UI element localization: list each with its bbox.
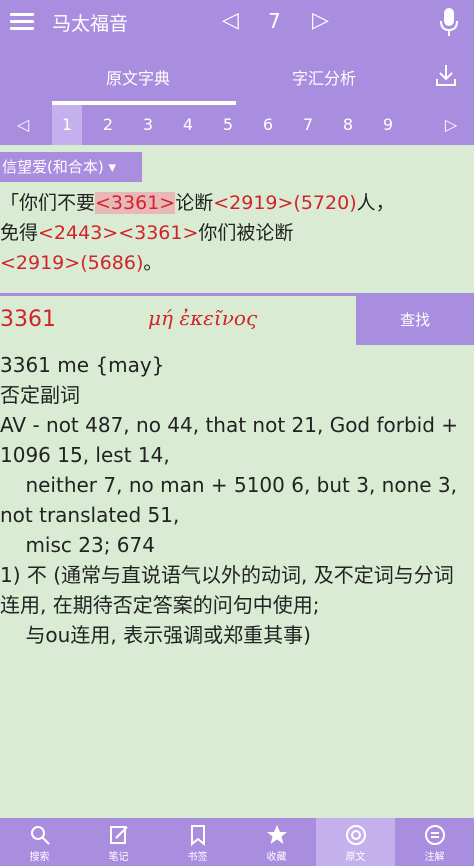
verse-segment: 免得 bbox=[0, 222, 39, 244]
strong-link[interactable]: <2919>(5686) bbox=[0, 252, 143, 274]
version-selector[interactable]: 信望爱(和合本) ▾ bbox=[0, 152, 142, 182]
nav-bookmarks[interactable]: 书签 bbox=[158, 818, 237, 866]
chapter-number[interactable]: 7 bbox=[268, 9, 281, 33]
verse-segment: 你们被论断 bbox=[198, 222, 294, 244]
pager-item[interactable]: 3 bbox=[133, 105, 163, 145]
nav-search[interactable]: 搜索 bbox=[0, 818, 79, 866]
definition-line: 3361 me {may} bbox=[0, 353, 165, 377]
microphone-icon[interactable] bbox=[440, 7, 458, 37]
pager-item[interactable]: 9 bbox=[373, 105, 403, 145]
nav-label: 注解 bbox=[424, 852, 445, 863]
definition-body: 3361 me {may} 否定副词 AV - not 487, no 44, … bbox=[0, 350, 472, 650]
definition-line: 否定副词 bbox=[0, 383, 80, 407]
next-chapter-icon[interactable]: ▷ bbox=[312, 8, 329, 33]
definition-line: 1) 不 (通常与直说语气以外的动词, 及不定词与分词连用, 在期待否定答案的问… bbox=[0, 563, 454, 617]
pager-item[interactable]: 8 bbox=[333, 105, 363, 145]
search-button[interactable]: 查找 bbox=[356, 295, 474, 345]
tab-bar: 原文字典 字汇分析 bbox=[0, 45, 474, 105]
definition-line: misc 23; 674 bbox=[0, 533, 155, 557]
pager-prev-icon[interactable]: ◁ bbox=[8, 105, 38, 145]
book-title[interactable]: 马太福音 bbox=[52, 9, 128, 36]
verse-segment: 人， bbox=[356, 192, 395, 214]
verse-segment: 「你们不要 bbox=[0, 192, 96, 214]
note-icon bbox=[109, 826, 128, 844]
pager-item[interactable]: 2 bbox=[93, 105, 123, 145]
verse-pager: ◁ 1 2 3 4 5 6 7 8 9 ▷ bbox=[0, 105, 474, 145]
definition-line: 与ou连用, 表示强调或郑重其事) bbox=[0, 623, 311, 647]
pager-item[interactable]: 7 bbox=[293, 105, 323, 145]
nav-original[interactable]: 原文 bbox=[316, 818, 395, 866]
pager-item[interactable]: 4 bbox=[173, 105, 203, 145]
strong-link[interactable]: <2919>(5720) bbox=[213, 192, 356, 214]
nav-commentary[interactable]: 注解 bbox=[395, 818, 474, 866]
original-icon bbox=[345, 825, 366, 845]
star-icon bbox=[266, 825, 287, 844]
strong-number: 3361 bbox=[0, 307, 56, 332]
menu-icon[interactable] bbox=[10, 10, 34, 34]
strong-link[interactable]: <2443><3361> bbox=[38, 222, 198, 244]
tab-word-analysis[interactable]: 字汇分析 bbox=[292, 65, 356, 89]
nav-label: 笔记 bbox=[108, 852, 129, 863]
search-icon bbox=[30, 826, 50, 845]
bottom-nav: 搜索 笔记 书签 收藏 原文 注解 bbox=[0, 818, 474, 866]
download-icon[interactable] bbox=[434, 63, 458, 87]
nav-label: 书签 bbox=[187, 852, 208, 863]
nav-notes[interactable]: 笔记 bbox=[79, 818, 158, 866]
pager-item[interactable]: 6 bbox=[253, 105, 283, 145]
verse-segment: 论断 bbox=[175, 192, 214, 214]
previous-chapter-icon[interactable]: ◁ bbox=[222, 8, 239, 33]
verse-segment: 。 bbox=[143, 252, 163, 274]
nav-label: 搜索 bbox=[29, 852, 50, 863]
definition-line: AV - not 487, no 44, that not 21, God fo… bbox=[0, 413, 465, 467]
verse-text: 「你们不要<3361>论断<2919>(5720)人， 免得<2443><336… bbox=[0, 188, 470, 278]
definition-line: neither 7, no man + 5100 6, but 3, none … bbox=[0, 473, 464, 527]
strong-link[interactable]: <3361> bbox=[95, 192, 176, 214]
pager-next-icon[interactable]: ▷ bbox=[436, 105, 466, 145]
nav-label: 原文 bbox=[345, 852, 366, 863]
pager-item[interactable]: 5 bbox=[213, 105, 243, 145]
nav-label: 收藏 bbox=[266, 852, 287, 863]
tab-original-dictionary[interactable]: 原文字典 bbox=[106, 65, 170, 89]
pager-item[interactable]: 1 bbox=[52, 105, 82, 145]
top-app-bar: 马太福音 ◁ 7 ▷ bbox=[0, 0, 474, 45]
greek-word: μή ἐκεῖνος bbox=[148, 306, 258, 330]
bookmark-icon bbox=[190, 825, 205, 846]
commentary-icon bbox=[424, 825, 445, 845]
nav-favorites[interactable]: 收藏 bbox=[237, 818, 316, 866]
